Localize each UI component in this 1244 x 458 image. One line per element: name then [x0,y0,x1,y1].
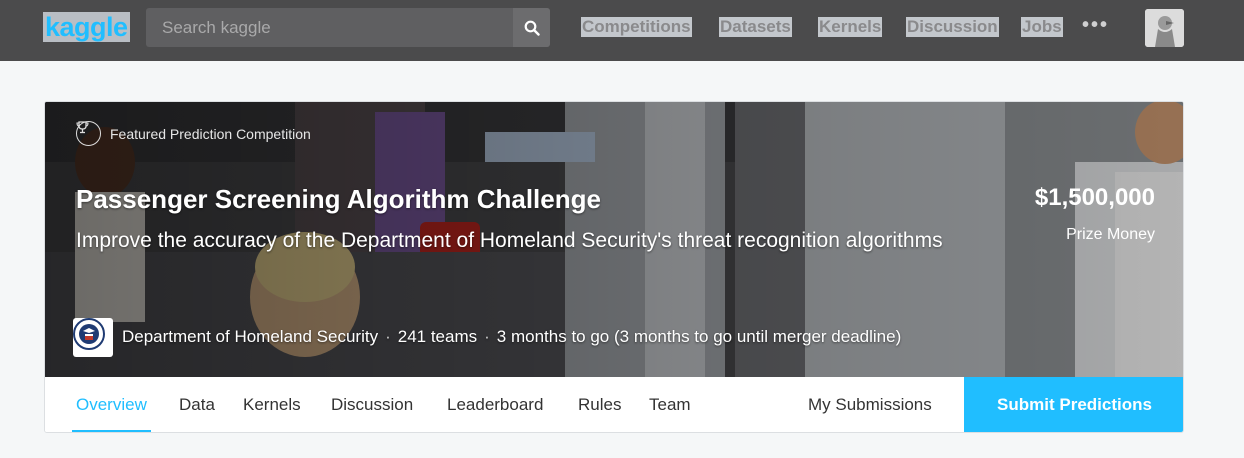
team-count: 241 teams [397,327,478,346]
tab-my-submissions[interactable]: My Submissions [808,377,932,432]
search-box[interactable] [146,8,550,47]
search-button[interactable] [513,8,550,47]
separator: · [484,327,490,346]
kaggle-logo[interactable]: kaggle [43,12,130,42]
competition-header: Featured Prediction Competition Passenge… [45,102,1183,377]
prize-amount: $1,500,000 [1034,184,1155,211]
dhs-seal [73,318,105,350]
more-icon[interactable]: ••• [1082,14,1109,37]
tab-kernels[interactable]: Kernels [243,377,301,432]
nav-jobs[interactable]: Jobs [1021,17,1063,37]
tab-discussion[interactable]: Discussion [331,377,413,432]
nav-discussion[interactable]: Discussion [906,17,999,37]
host-logo[interactable] [73,318,113,357]
competition-category: Featured Prediction Competition [76,121,311,146]
host-name[interactable]: Department of Homeland Security [122,327,378,346]
search-icon [524,20,540,36]
tab-rules[interactable]: Rules [578,377,621,432]
user-avatar[interactable] [1145,9,1184,47]
deadline: 3 months to go (3 months to go until mer… [496,327,902,346]
trophy-icon [76,121,101,146]
top-navbar: kaggle Competitions Datasets Kernels Dis… [0,0,1244,61]
tab-leaderboard[interactable]: Leaderboard [447,377,543,432]
tab-team[interactable]: Team [649,377,691,432]
search-input[interactable] [146,8,512,47]
competition-category-label: Featured Prediction Competition [110,125,311,142]
separator: · [385,327,391,346]
prize-label: Prize Money [1066,226,1155,243]
competition-meta: Department of Homeland Security · 241 team… [122,327,901,347]
competition-card: Featured Prediction Competition Passenge… [44,101,1184,433]
tab-overview[interactable]: Overview [72,377,151,432]
competition-subtitle: Improve the accuracy of the Department o… [76,229,943,252]
avatar-image [1145,9,1184,47]
competition-title: Passenger Screening Algorithm Challenge [76,184,601,214]
nav-competitions[interactable]: Competitions [581,17,692,37]
competition-tabs: Overview Data Kernels Discussion Leaderb… [45,377,1183,432]
tab-data[interactable]: Data [179,377,215,432]
nav-datasets[interactable]: Datasets [719,17,792,37]
submit-predictions-button[interactable]: Submit Predictions [964,377,1183,432]
nav-kernels[interactable]: Kernels [818,17,883,37]
